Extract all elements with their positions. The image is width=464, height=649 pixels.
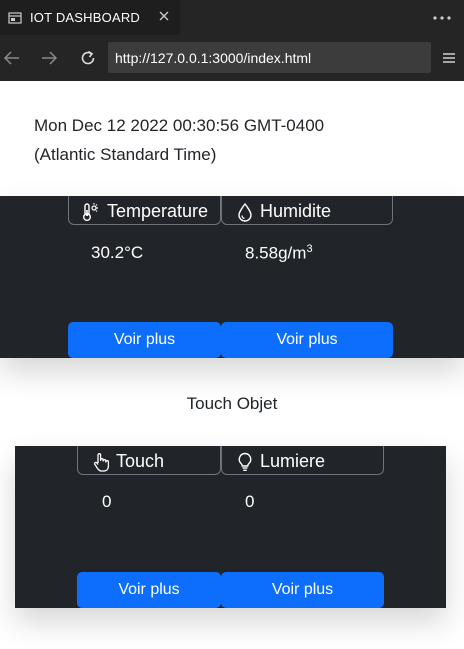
card-title-temperature: Temperature <box>107 201 209 221</box>
light-voir-plus-button[interactable]: Voir plus <box>221 572 384 608</box>
humidity-value: 8.58g/m3 <box>245 243 313 264</box>
card-title-humidity: Humidite <box>260 201 332 221</box>
forward-icon[interactable] <box>40 49 58 67</box>
temperature-number: 30.2 <box>91 243 125 262</box>
more-icon[interactable] <box>432 15 452 21</box>
light-value: 0 <box>245 492 255 511</box>
droplet-icon <box>238 202 252 222</box>
temperature-unit: °C <box>124 243 144 262</box>
temperature-card: Temperature 30.2°C Voir plus <box>68 196 221 358</box>
thermometer-sun-icon <box>83 203 98 221</box>
refresh-icon[interactable] <box>79 49 97 67</box>
humidity-voir-plus-button[interactable]: Voir plus <box>221 322 393 358</box>
timezone-text: (Atlantic Standard Time) <box>34 145 217 164</box>
card-header: Touch <box>77 446 221 475</box>
menu-icon[interactable] <box>442 52 456 64</box>
back-icon[interactable] <box>3 49 21 67</box>
tab-title: IOT DASHBOARD <box>30 10 140 25</box>
window-icon <box>8 12 22 24</box>
card-header: Lumiere <box>221 446 384 475</box>
sensors-section: Temperature 30.2°C Voir plus Humidite 8.… <box>0 196 464 358</box>
touch-value: 0 <box>102 492 112 511</box>
humidity-unit: g/m <box>278 243 307 263</box>
humidity-unit-exponent: 3 <box>306 243 313 255</box>
objects-heading: Touch Objet <box>186 394 278 413</box>
card-header: Humidite <box>221 196 393 225</box>
temperature-voir-plus-button[interactable]: Voir plus <box>68 322 221 358</box>
url-text: http://127.0.0.1:3000/index.html <box>115 50 312 66</box>
navigation-bar: http://127.0.0.1:3000/index.html <box>0 35 464 81</box>
light-card: Lumiere 0 Voir plus <box>221 446 384 608</box>
card-title-touch: Touch <box>116 451 165 471</box>
objects-section: Touch 0 Voir plus Lumiere 0 Voir plus <box>15 446 446 608</box>
date-time-text: Mon Dec 12 2022 00:30:56 GMT-0400 <box>34 116 325 135</box>
tab-bar: IOT DASHBOARD <box>0 0 464 35</box>
touch-card: Touch 0 Voir plus <box>77 446 221 608</box>
humidity-card: Humidite 8.58g/m3 Voir plus <box>221 196 393 358</box>
touch-voir-plus-button[interactable]: Voir plus <box>77 572 221 608</box>
address-bar[interactable]: http://127.0.0.1:3000/index.html <box>108 42 431 73</box>
browser-tab[interactable]: IOT DASHBOARD <box>0 0 180 35</box>
card-header: Temperature <box>68 196 221 225</box>
card-title-light: Lumiere <box>260 451 326 471</box>
hand-pointer-icon <box>93 453 110 472</box>
humidity-number: 8.58 <box>245 243 279 263</box>
close-icon[interactable] <box>157 9 171 23</box>
lightbulb-icon <box>238 452 252 471</box>
temperature-value: 30.2°C <box>91 243 143 263</box>
